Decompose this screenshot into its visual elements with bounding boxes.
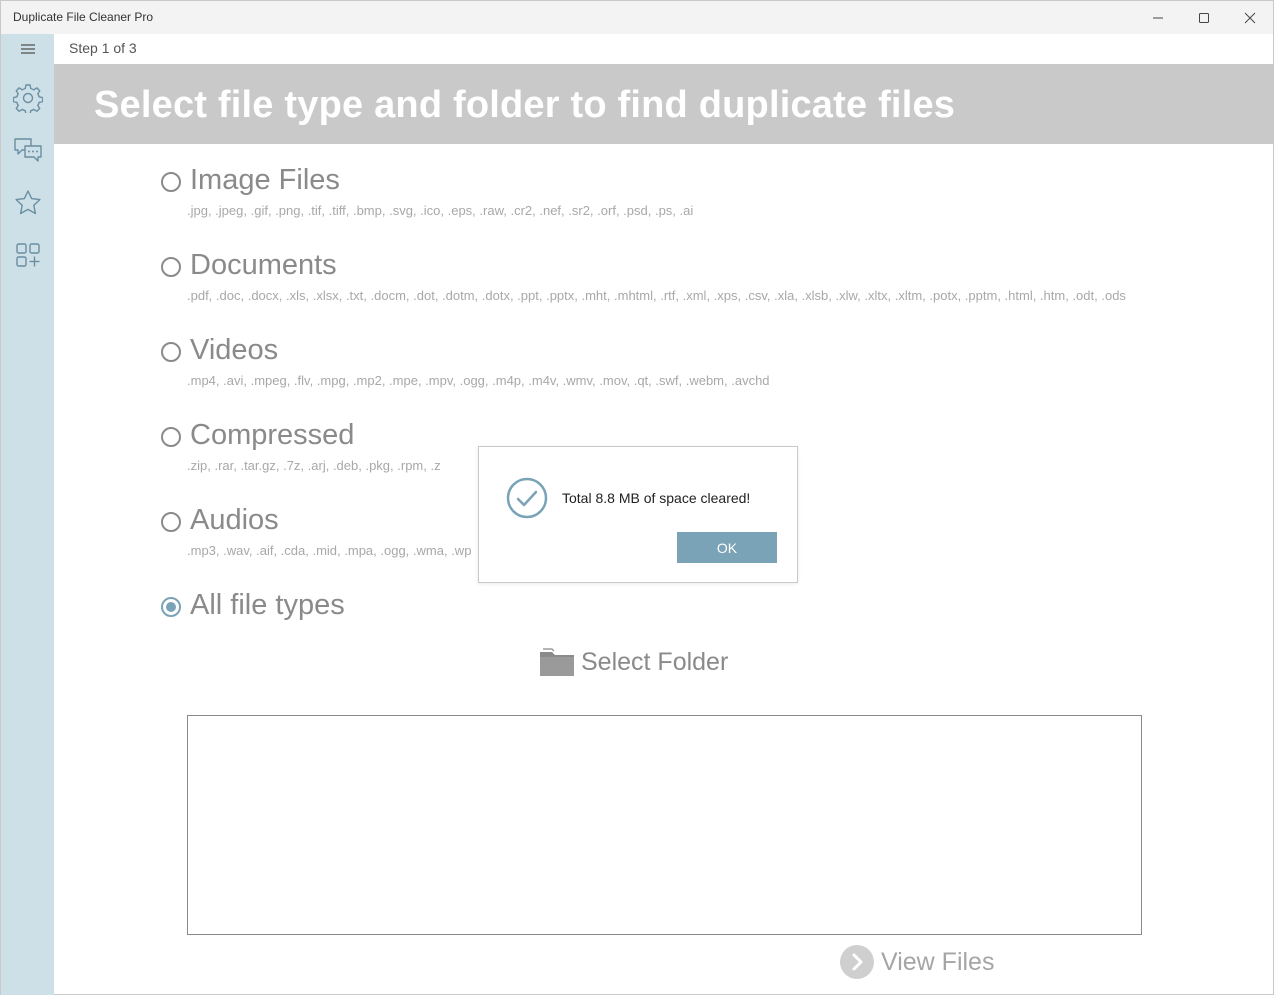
option-label[interactable]: Documents: [190, 249, 337, 282]
minimize-icon: [1153, 17, 1163, 18]
option-extensions: .pdf, .doc, .docx, .xls, .xlsx, .txt, .d…: [187, 288, 1126, 303]
star-icon: [15, 190, 41, 215]
view-files-label: View Files: [881, 947, 995, 976]
hamburger-menu-icon: [21, 44, 35, 54]
step-indicator: Step 1 of 3: [69, 40, 137, 56]
maximize-button[interactable]: [1181, 1, 1227, 34]
folder-icon: [540, 648, 574, 676]
ok-button[interactable]: OK: [677, 532, 777, 563]
app-window: Duplicate File Cleaner Pro Step 1 of 3 S…: [0, 0, 1274, 995]
option-label[interactable]: Videos: [190, 334, 278, 367]
option-label[interactable]: Compressed: [190, 419, 354, 452]
sidebar: [1, 34, 54, 995]
settings-button[interactable]: [11, 81, 45, 115]
page-banner: Select file type and folder to find dupl…: [54, 64, 1274, 144]
minimize-button[interactable]: [1135, 1, 1181, 34]
chevron-right-circle-icon: [840, 945, 874, 979]
radio-button[interactable]: [161, 257, 181, 277]
window-title: Duplicate File Cleaner Pro: [13, 10, 154, 24]
option-label[interactable]: All file types: [190, 589, 345, 622]
option-extensions: .mp4, .avi, .mpeg, .flv, .mpg, .mp2, .mp…: [187, 373, 770, 388]
maximize-icon: [1199, 12, 1209, 23]
radio-button[interactable]: [161, 427, 181, 447]
title-bar: Duplicate File Cleaner Pro: [1, 1, 1273, 34]
radio-button[interactable]: [161, 342, 181, 362]
radio-button[interactable]: [161, 172, 181, 192]
option-label[interactable]: Image Files: [190, 164, 340, 197]
close-button[interactable]: [1227, 1, 1273, 34]
more-apps-button[interactable]: [11, 238, 45, 272]
apps-add-icon: [16, 243, 40, 267]
radio-button[interactable]: [161, 512, 181, 532]
option-extensions: .jpg, .jpeg, .gif, .png, .tif, .tiff, .b…: [187, 203, 694, 218]
feedback-button[interactable]: [11, 133, 45, 167]
option-extensions: .zip, .rar, .tar.gz, .7z, .arj, .deb, .p…: [187, 458, 441, 473]
favorites-button[interactable]: [11, 186, 45, 220]
chat-icon: [14, 138, 42, 162]
option-extensions: .mp3, .wav, .aif, .cda, .mid, .mpa, .ogg…: [187, 543, 472, 558]
view-files-button[interactable]: View Files: [839, 944, 994, 980]
select-folder-button[interactable]: Select Folder: [539, 644, 728, 680]
gear-icon: [13, 84, 43, 113]
menu-button[interactable]: [11, 32, 45, 66]
radio-button-selected[interactable]: [161, 597, 181, 617]
select-folder-label: Select Folder: [581, 647, 729, 676]
check-circle-icon: [506, 477, 548, 519]
page-title: Select file type and folder to find dupl…: [94, 84, 956, 126]
dialog-message: Total 8.8 MB of space cleared!: [562, 490, 751, 506]
close-icon: [1244, 12, 1256, 23]
success-dialog: Total 8.8 MB of space cleared! OK: [478, 446, 798, 583]
selected-folders-list[interactable]: [187, 715, 1142, 935]
option-label[interactable]: Audios: [190, 504, 279, 537]
